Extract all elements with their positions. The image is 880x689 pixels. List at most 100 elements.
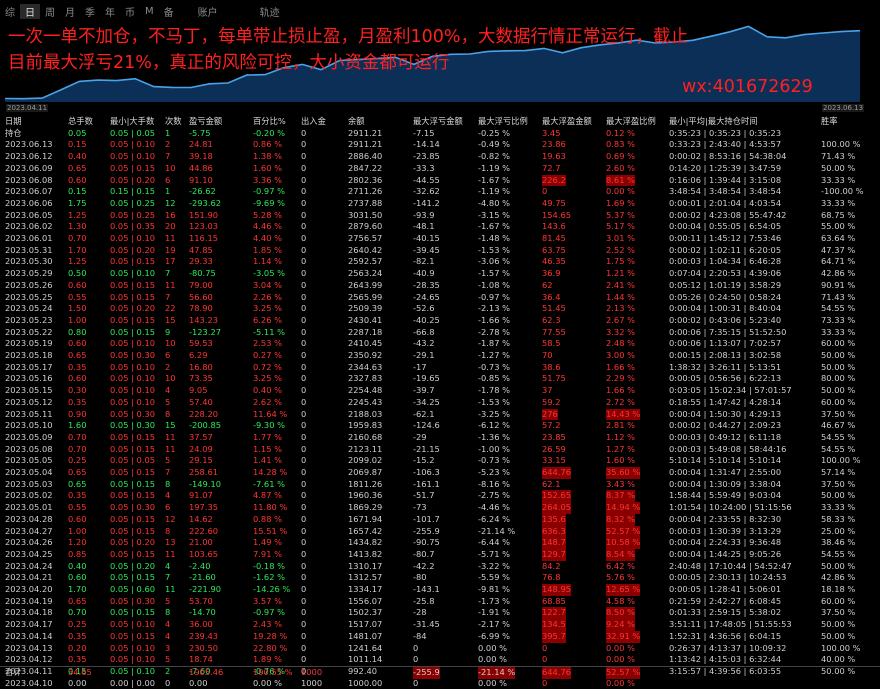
cell-9: -6.24 %: [478, 513, 510, 524]
toolbar-tab-2[interactable]: 周: [40, 4, 60, 19]
cell-3: 4: [165, 490, 171, 501]
cell-11: 2.41 %: [606, 279, 635, 290]
cell-9: -2.13 %: [478, 303, 510, 314]
cell-1: 0.85: [68, 548, 87, 559]
toolbar-tab-8[interactable]: 备: [159, 4, 179, 19]
cell-7: 2344.63: [348, 361, 383, 372]
cell-8: -28: [413, 607, 427, 618]
cell-7: 1657.42: [348, 525, 383, 536]
cell-2: 0.05 | 0.10: [110, 361, 156, 372]
cell-6: 0: [301, 139, 307, 150]
cell-7: 2410.45: [348, 338, 383, 349]
cell-2: 0.05 | 0.10: [110, 373, 156, 384]
table-row: 2023.04.19 0.65 0.05 | 0.30 5 53.70 3.57 % 0 15…: [0, 596, 880, 608]
cell-13: 54.55 %: [821, 548, 856, 559]
cell-8: -84: [413, 630, 427, 641]
cell-5: 5.28 %: [253, 209, 282, 220]
toolbar-tab-7[interactable]: M: [140, 6, 159, 17]
cell-3: 7: [165, 572, 171, 583]
cell-13: 100.00 %: [821, 139, 861, 150]
cell-0: 2023.06.12: [5, 151, 53, 162]
cell-10: 46.35: [542, 256, 566, 267]
toolbar-tab-9[interactable]: 账户: [193, 4, 223, 19]
cell-7: 2563.24: [348, 268, 383, 279]
cell-0: 2023.05.23: [5, 314, 53, 325]
cell-13: 37.50 %: [821, 607, 856, 618]
cell-6: 0: [301, 455, 307, 466]
cell-5: 7.91 %: [253, 548, 282, 559]
cell-2: 0.05 | 0.15: [110, 443, 156, 454]
cell-10: 33.15: [542, 455, 566, 466]
cell-9: -1.78 %: [478, 385, 510, 396]
toolbar-tab-6[interactable]: 币: [120, 4, 140, 19]
cell-11: 4.58 %: [606, 595, 635, 606]
cell-3: 6: [165, 174, 171, 185]
cell-12: 0:00:02 | 8:53:16 | 54:38:04: [669, 151, 787, 162]
cell-5: -14.26 %: [253, 584, 291, 594]
table-row: 2023.05.01 0.55 0.05 | 0.30 6 197.35 11.80 % 0…: [0, 502, 880, 514]
cell-9: -5.23 %: [478, 467, 510, 477]
cell-3: 7: [165, 151, 171, 162]
cell-3: 5: [165, 455, 171, 466]
toolbar-tab-4[interactable]: 季: [80, 4, 100, 19]
cell-11: 6.42 %: [606, 560, 635, 571]
cell-3: 16: [165, 209, 176, 220]
cell-4: -293.62: [189, 197, 222, 208]
table-row: 2023.05.23 1.00 0.05 | 0.15 15 143.23 6.26 % 0…: [0, 315, 880, 327]
cell-6: 0: [301, 197, 307, 208]
cell-5: 1.14 %: [253, 256, 282, 267]
cell-2: 0.05 | 0.15: [110, 431, 156, 442]
cell-10: 62.3: [542, 314, 561, 325]
cell-5: 0.27 %: [253, 350, 282, 360]
cell-3: 8: [165, 525, 171, 536]
cell-12: 1:52:31 | 4:36:56 | 6:04:15: [669, 630, 782, 641]
cell-9: -0.97 %: [478, 291, 510, 302]
cell-8: -39.45: [413, 244, 440, 255]
cell-1: 1.00: [68, 525, 87, 536]
toolbar-tab-1[interactable]: 日: [20, 3, 40, 19]
cell-6: 1000: [301, 667, 323, 677]
toolbar-tab-3[interactable]: 月: [60, 4, 80, 19]
cell-0: 2023.05.12: [5, 396, 53, 407]
cell-11: 0.00 %: [606, 677, 635, 688]
cell-5: -1.62 %: [253, 572, 285, 583]
cell-3: 11: [165, 584, 176, 594]
cell-5: 22.80 %: [253, 642, 288, 653]
cell-2: 0.05 | 0.20: [110, 244, 156, 255]
cell-5: -9.30 %: [253, 420, 285, 431]
cell-1: 0.40: [68, 151, 87, 162]
cell-0: 2023.05.17: [5, 361, 53, 372]
cell-12: 0:05:12 | 1:01:19 | 3:58:29: [669, 279, 782, 290]
cell-3: 6: [165, 502, 171, 513]
cell-1: 0.65: [68, 162, 87, 173]
cell-4: -149.10: [189, 478, 222, 489]
cell-13: 50.00 %: [821, 385, 856, 396]
toolbar-tab-0[interactable]: 综: [0, 4, 20, 19]
cell-4: 116.15: [189, 233, 219, 243]
cell-0: 2023.05.19: [5, 338, 53, 349]
cell-9: -4.80 %: [478, 197, 510, 208]
cell-10: 644.76: [542, 467, 572, 479]
cell-12: 0:00:06 | 1:13:07 | 7:02:57: [669, 338, 782, 349]
toolbar-tab-5[interactable]: 年: [100, 4, 120, 19]
table-row: 2023.06.02 1.30 0.05 | 0.35 20 123.03 4.46 % 0…: [0, 221, 880, 233]
cell-2: 0.05 | 0.10: [110, 654, 156, 665]
cell-7: 2430.41: [348, 314, 383, 325]
cell-10: 68.85: [542, 595, 566, 606]
cell-2: 0.05 | 0.05: [110, 455, 156, 466]
cell-11: 5.17 %: [606, 221, 635, 232]
toolbar-trajectory[interactable]: 轨迹: [255, 4, 285, 19]
cell-3: 2: [165, 361, 171, 372]
cell-7: 2802.36: [348, 174, 383, 185]
cell-7: 2565.99: [348, 291, 383, 302]
cell-8: -143.1: [413, 584, 440, 594]
cell-11: 52.57 %: [606, 525, 641, 538]
cell-11: 0.00 %: [606, 654, 635, 665]
cell-11: 9.24 %: [606, 619, 635, 631]
table-row: 2023.04.27 1.00 0.05 | 0.15 8 222.60 15.51 % 0…: [0, 525, 880, 538]
cell-3: 5: [165, 396, 171, 407]
cell-6: 0: [301, 396, 307, 407]
cell-5: 百分比%: [253, 116, 286, 126]
cell-10: 37: [542, 385, 553, 396]
cell-7: 2640.42: [348, 244, 383, 255]
